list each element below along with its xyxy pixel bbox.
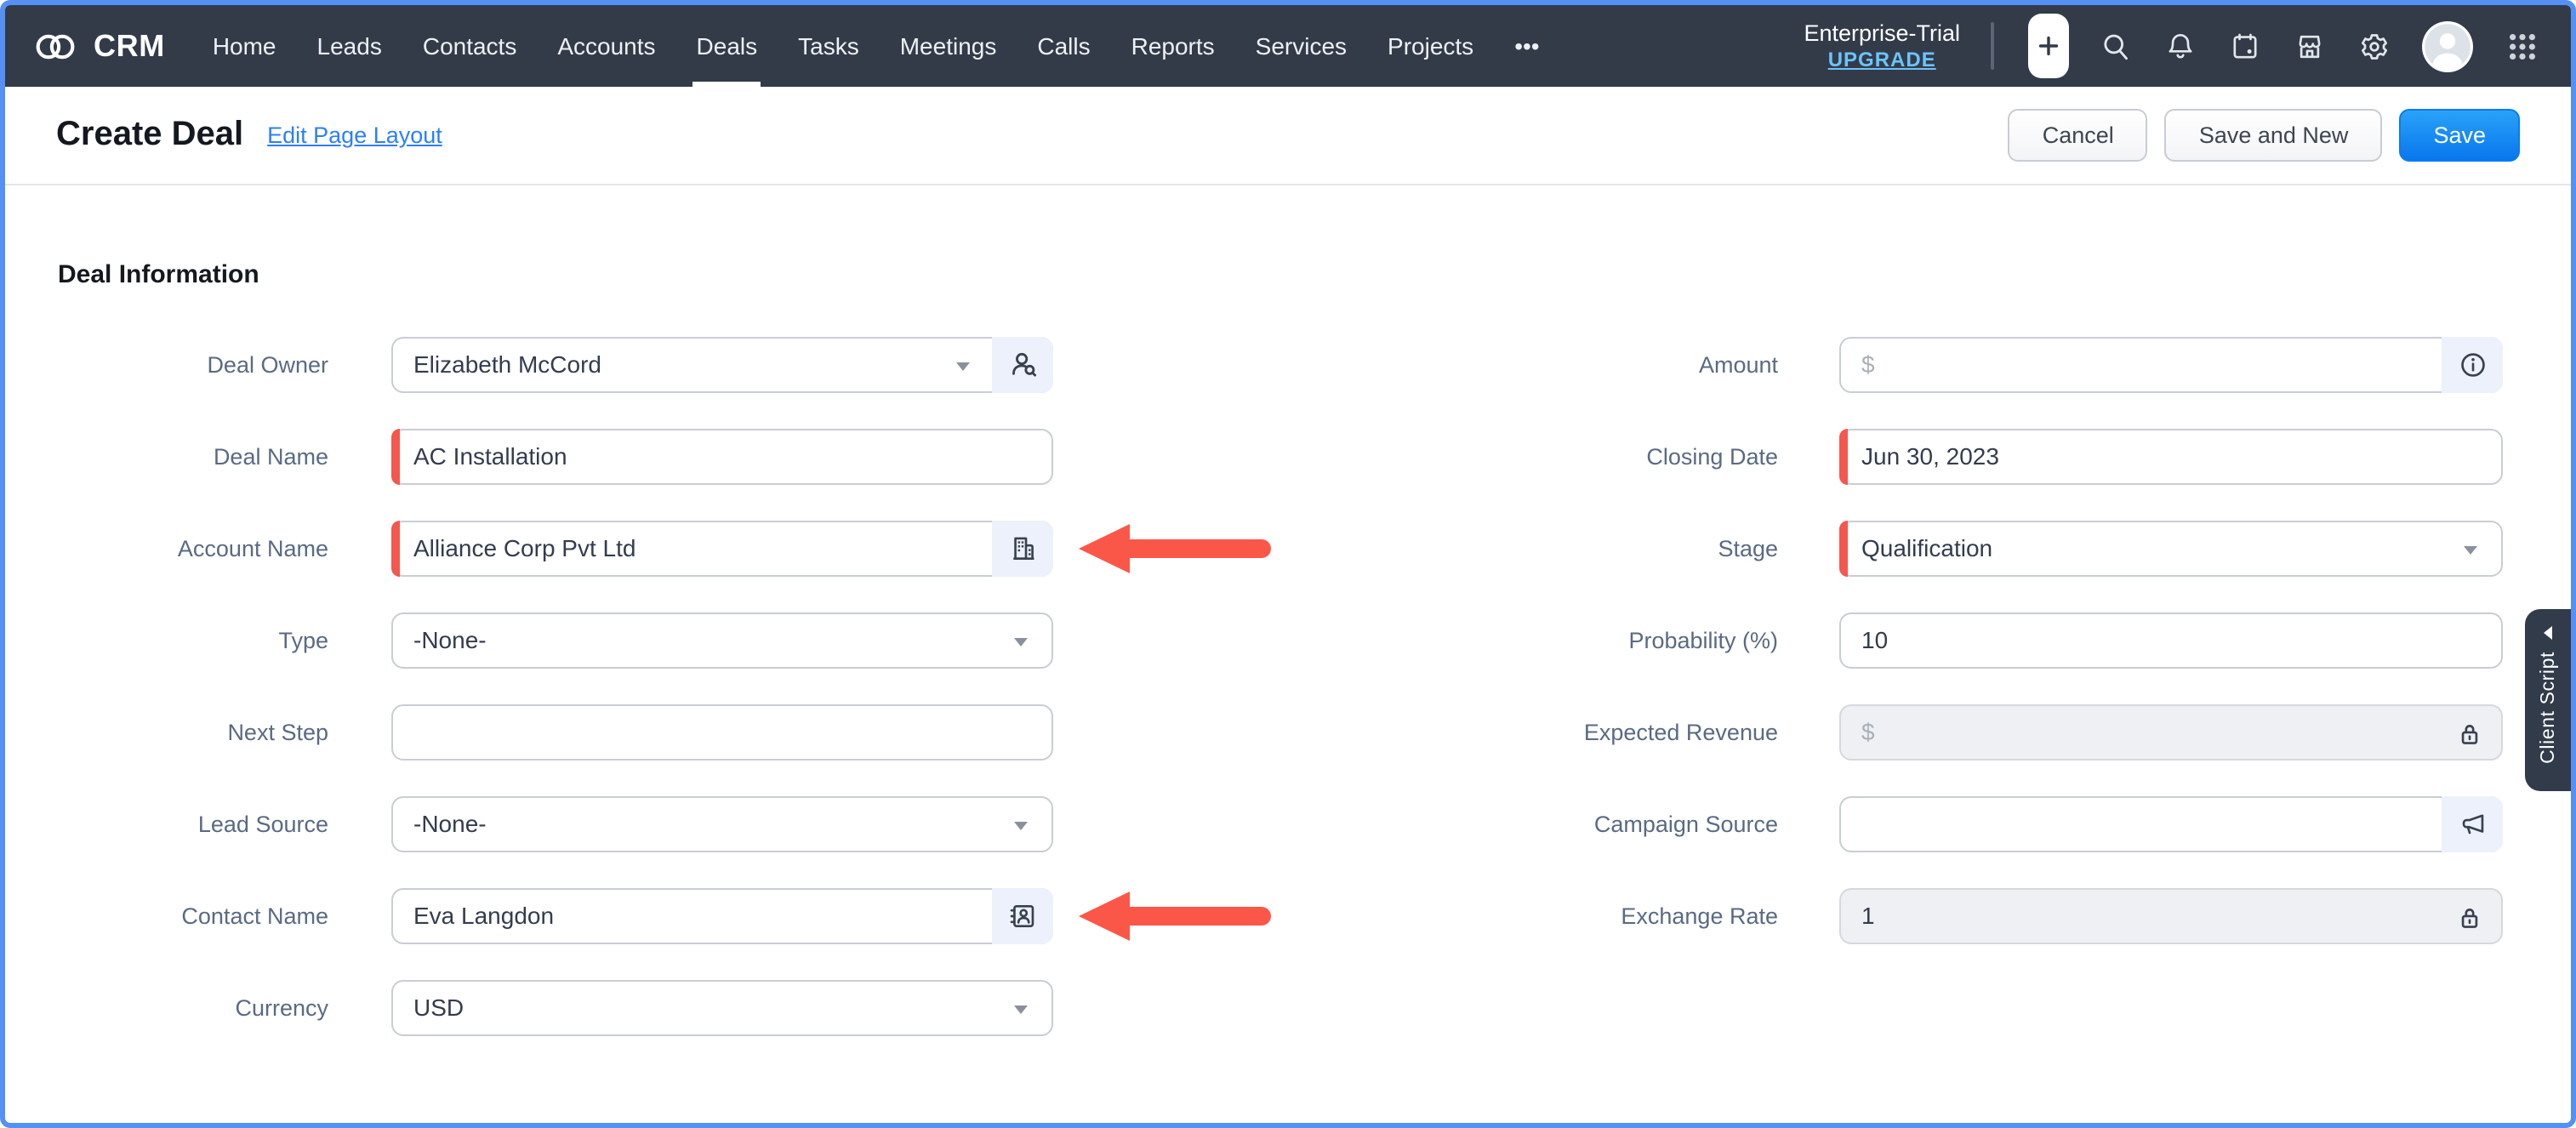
amount-row: Amount $ [5,337,2571,393]
expected-revenue-field[interactable]: $ [1839,704,2503,761]
calendar-icon[interactable] [2227,29,2261,63]
field-label: Currency [39,980,328,1036]
field-label: Probability (%) [1502,612,1778,669]
lock-icon [2455,720,2484,749]
dropdown-caret-icon[interactable] [1014,1006,1028,1014]
zoho-logo-icon [32,28,78,64]
nav-item-deals[interactable]: Deals [676,5,778,87]
currency-field[interactable]: USD [391,980,1053,1036]
megaphone-icon[interactable] [2442,796,2503,852]
page-title: Create Deal [56,116,243,155]
app-grid-icon[interactable] [2505,29,2539,63]
field-value: $ [1861,339,1875,391]
edit-page-layout-link[interactable]: Edit Page Layout [267,122,442,148]
settings-gear-icon[interactable] [2357,29,2391,63]
lock-icon [2455,903,2484,932]
field-value: USD [413,982,464,1034]
field-value: Qualification [1861,522,1992,575]
plan-info: Enterprise-Trial UPGRADE [1804,20,1960,71]
stage-field[interactable]: Qualification [1839,521,2503,577]
field-value: Jun 30, 2023 [1861,430,1999,483]
campaign-source-row: Campaign Source [5,796,2571,852]
probability-row: Probability (%) 10 [5,612,2571,669]
nav-item-reports[interactable]: Reports [1111,5,1235,87]
upgrade-link[interactable]: UPGRADE [1804,48,1960,71]
app-window: CRM HomeLeadsContactsAccountsDealsTasksM… [0,0,2576,1128]
brand-name: CRM [94,28,165,64]
search-icon[interactable] [2098,29,2132,63]
bell-icon[interactable] [2163,29,2197,63]
save-button[interactable]: Save [2399,109,2520,162]
field-label: Stage [1502,521,1778,577]
nav-item-accounts[interactable]: Accounts [537,5,675,87]
closing-date-row: Closing Date Jun 30, 2023 [5,429,2571,485]
nav-item-tasks[interactable]: Tasks [778,5,880,87]
info-icon[interactable] [2442,337,2503,393]
plan-label: Enterprise-Trial [1804,20,1960,46]
nav-item-leads[interactable]: Leads [297,5,402,87]
create-deal-form: Deal Information Deal OwnerElizabeth McC… [5,185,2571,1119]
divider [1991,22,1994,70]
field-label: Exchange Rate [1502,888,1778,944]
marketplace-icon[interactable] [2292,29,2326,63]
nav-item-calls[interactable]: Calls [1017,5,1110,87]
nav-item-meetings[interactable]: Meetings [880,5,1017,87]
field-label: Closing Date [1502,429,1778,485]
quick-create-button[interactable] [2028,14,2069,78]
campaign-source-field[interactable] [1839,796,2503,852]
nav-item-services[interactable]: Services [1235,5,1367,87]
navbar-right: Enterprise-Trial UPGRADE [1804,14,2554,78]
avatar[interactable] [2421,20,2474,72]
expected-revenue-row: Expected Revenue $ [5,704,2571,761]
dropdown-caret-icon[interactable] [2464,546,2477,555]
exchange-rate-row: Exchange Rate 1 [5,888,2571,944]
exchange-rate-field[interactable]: 1 [1839,888,2503,944]
client-script-tab[interactable]: Client Script [2525,609,2571,791]
save-and-new-button[interactable]: Save and New [2165,109,2383,162]
field-value: $ [1861,706,1875,759]
currency-row: Currency USD [5,980,2571,1036]
collapse-arrow-icon [2544,626,2552,640]
main-menu: HomeLeadsContactsAccountsDealsTasksMeeti… [192,5,1560,87]
cancel-button[interactable]: Cancel [2009,109,2148,162]
top-navbar: CRM HomeLeadsContactsAccountsDealsTasksM… [5,5,2571,87]
section-title: Deal Information [58,260,259,289]
nav-item-home[interactable]: Home [192,5,297,87]
client-script-label: Client Script [2538,652,2558,764]
field-label: Campaign Source [1502,796,1778,852]
field-label: Expected Revenue [1502,704,1778,761]
stage-row: Stage Qualification [5,521,2571,577]
closing-date-field[interactable]: Jun 30, 2023 [1839,429,2503,485]
nav-item-projects[interactable]: Projects [1367,5,1494,87]
field-value: 10 [1861,614,1888,667]
header-actions: Cancel Save and New Save [2009,109,2520,162]
probability-field[interactable]: 10 [1839,612,2503,669]
field-value: 1 [1861,890,1875,943]
field-label: Amount [1502,337,1778,393]
nav-item-contacts[interactable]: Contacts [402,5,538,87]
amount-field[interactable]: $ [1839,337,2503,393]
nav-item-more[interactable]: ••• [1494,5,1559,87]
brand[interactable]: CRM [32,28,165,64]
page-header: Create Deal Edit Page Layout Cancel Save… [5,87,2571,185]
